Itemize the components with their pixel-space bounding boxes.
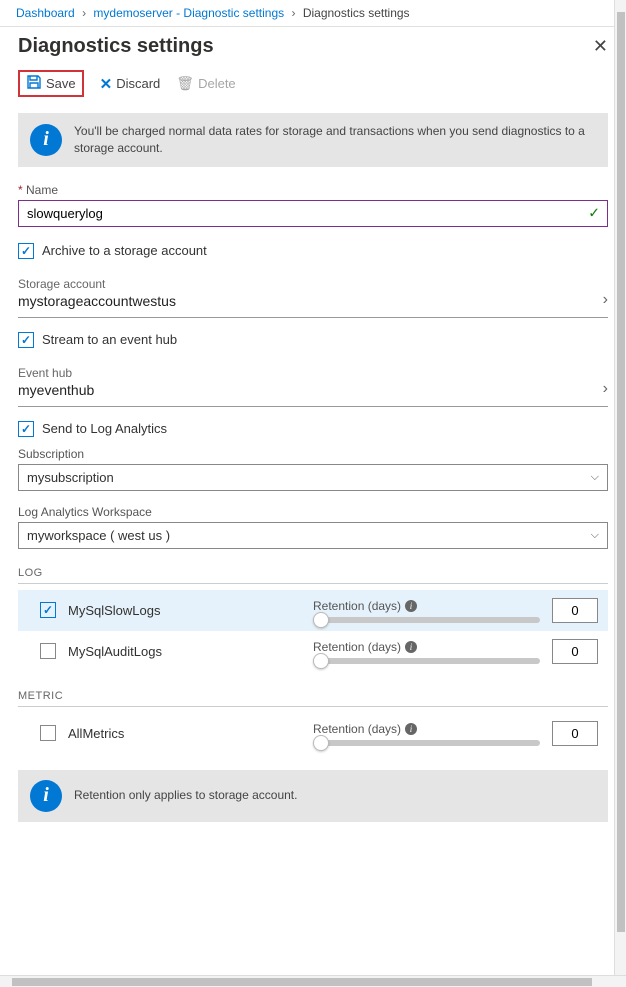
info-banner: i You'll be charged normal data rates fo… (18, 113, 608, 167)
chevron-right-icon: › (603, 291, 608, 309)
log-checkbox[interactable]: ✓ (40, 602, 56, 618)
metric-row: AllMetrics Retention (days) i (18, 713, 608, 754)
log-analytics-checkbox[interactable]: ✓ (18, 421, 34, 437)
retention-label: Retention (days) (313, 640, 401, 654)
retention-slider[interactable] (313, 740, 540, 746)
log-name: MySqlAuditLogs (68, 644, 162, 659)
chevron-right-icon: › (291, 6, 295, 20)
la-workspace-label: Log Analytics Workspace (18, 505, 608, 519)
close-icon: ✕ (100, 75, 113, 93)
name-input[interactable] (18, 200, 608, 227)
log-row: ✓ MySqlSlowLogs Retention (days) i (18, 590, 608, 631)
metric-checkbox[interactable] (40, 725, 56, 741)
metric-section-header: METRIC (18, 690, 608, 707)
horizontal-scrollbar[interactable] (0, 975, 626, 987)
info-text: You'll be charged normal data rates for … (74, 123, 596, 157)
log-row: MySqlAuditLogs Retention (days) i (18, 631, 608, 672)
log-checkbox[interactable] (40, 643, 56, 659)
chevron-right-icon: › (82, 6, 86, 20)
vertical-scrollbar[interactable] (614, 0, 626, 987)
breadcrumb: Dashboard › mydemoserver - Diagnostic se… (0, 0, 626, 27)
storage-account-picker[interactable]: Storage account mystorageaccountwestus › (18, 269, 608, 318)
chevron-down-icon: ⌵ (591, 529, 599, 542)
delete-button: 🗑 Delete (176, 75, 235, 92)
save-button[interactable]: Save (26, 74, 76, 93)
breadcrumb-current: Diagnostics settings (303, 6, 410, 20)
page-title: Diagnostics settings (18, 35, 214, 58)
breadcrumb-link[interactable]: mydemoserver - Diagnostic settings (93, 6, 284, 20)
storage-account-value: mystorageaccountwestus (18, 293, 176, 309)
trash-icon: 🗑 (176, 75, 194, 92)
info-icon: i (30, 124, 62, 156)
slider-thumb[interactable] (313, 735, 329, 751)
la-workspace-select[interactable]: myworkspace ( west us ) ⌵ (18, 522, 608, 549)
save-icon (26, 74, 42, 93)
chevron-right-icon: › (603, 380, 608, 398)
save-button-label: Save (46, 76, 76, 91)
retention-slider[interactable] (313, 617, 540, 623)
retention-slider[interactable] (313, 658, 540, 664)
name-label: Name (18, 183, 608, 197)
discard-button-label: Discard (116, 76, 160, 91)
metric-name: AllMetrics (68, 726, 124, 741)
slider-thumb[interactable] (313, 612, 329, 628)
breadcrumb-link[interactable]: Dashboard (16, 6, 75, 20)
chevron-down-icon: ⌵ (591, 471, 599, 484)
stream-checkbox-label: Stream to an event hub (42, 332, 177, 347)
discard-button[interactable]: ✕ Discard (100, 75, 161, 93)
subscription-value: mysubscription (27, 470, 114, 485)
info-icon[interactable]: i (405, 600, 417, 612)
retention-label: Retention (days) (313, 722, 401, 736)
subscription-select[interactable]: mysubscription ⌵ (18, 464, 608, 491)
retention-input[interactable] (552, 639, 598, 664)
delete-button-label: Delete (198, 76, 236, 91)
archive-checkbox[interactable]: ✓ (18, 243, 34, 259)
info-banner: i Retention only applies to storage acco… (18, 770, 608, 822)
la-workspace-value: myworkspace ( west us ) (27, 528, 170, 543)
info-icon[interactable]: i (405, 723, 417, 735)
checkmark-icon: ✓ (588, 205, 600, 222)
close-icon[interactable]: ✕ (593, 36, 608, 57)
log-name: MySqlSlowLogs (68, 603, 161, 618)
log-analytics-checkbox-label: Send to Log Analytics (42, 421, 167, 436)
event-hub-value: myeventhub (18, 382, 94, 398)
info-text: Retention only applies to storage accoun… (74, 787, 297, 804)
info-icon[interactable]: i (405, 641, 417, 653)
retention-label: Retention (days) (313, 599, 401, 613)
event-hub-picker[interactable]: Event hub myeventhub › (18, 358, 608, 407)
slider-thumb[interactable] (313, 653, 329, 669)
subscription-label: Subscription (18, 447, 608, 461)
info-icon: i (30, 780, 62, 812)
retention-input[interactable] (552, 598, 598, 623)
stream-checkbox[interactable]: ✓ (18, 332, 34, 348)
retention-input[interactable] (552, 721, 598, 746)
storage-account-label: Storage account (18, 277, 176, 291)
log-section-header: LOG (18, 567, 608, 584)
archive-checkbox-label: Archive to a storage account (42, 243, 207, 258)
event-hub-label: Event hub (18, 366, 94, 380)
